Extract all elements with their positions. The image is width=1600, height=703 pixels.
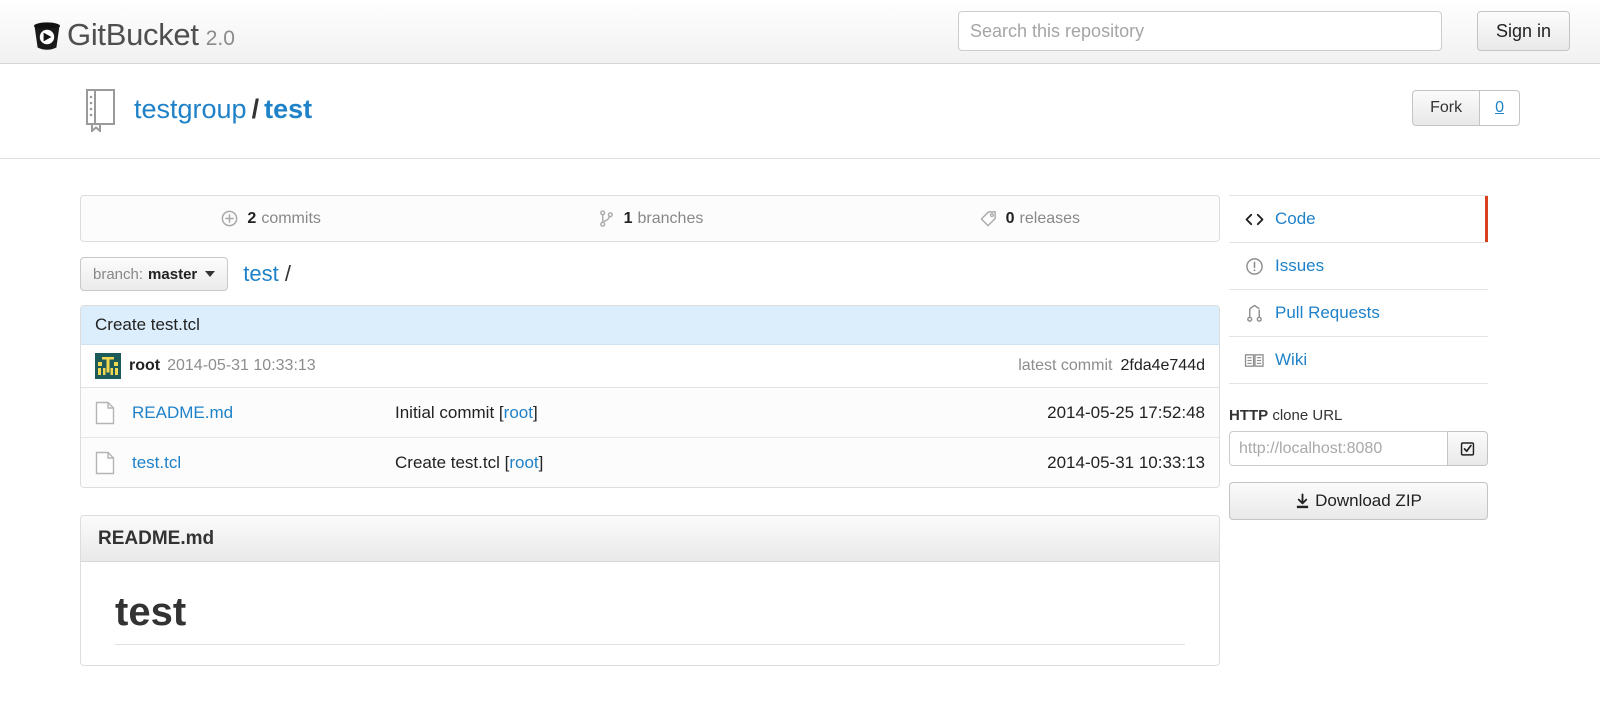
repository-breadcrumb: testgroup / test	[82, 86, 312, 134]
clone-url-protocol: HTTP	[1229, 407, 1269, 424]
commit-clock-icon	[220, 209, 239, 228]
repository-book-icon	[82, 86, 120, 134]
brand-version-text: 2.0	[205, 27, 235, 50]
latest-commit-hash[interactable]: 2fda4e744d	[1120, 357, 1205, 375]
page-body: 2 commits 1 branches 0 releases branch: …	[0, 159, 1600, 666]
download-zip-label: Download ZIP	[1315, 491, 1422, 510]
file-name-link[interactable]: README.md	[132, 403, 395, 423]
latest-commit-message-banner: Create test.tcl	[81, 306, 1219, 345]
repository-header: testgroup / test Fork 0	[0, 64, 1600, 159]
branch-icon	[597, 209, 616, 228]
branch-prefix-label: branch:	[93, 265, 144, 283]
chevron-down-icon	[205, 271, 216, 277]
readme-panel-title: README.md	[81, 516, 1219, 562]
sidebar-item-label: Code	[1275, 209, 1316, 228]
download-icon	[1295, 493, 1310, 510]
clone-url-label-rest: clone URL	[1268, 407, 1343, 424]
clipboard-check-icon[interactable]	[1447, 431, 1488, 466]
stat-branches[interactable]: 1 branches	[460, 196, 839, 241]
latest-commit-label: latest commit	[1018, 357, 1113, 374]
download-zip-button[interactable]: Download ZIP	[1229, 482, 1488, 520]
readme-panel: README.md test	[80, 515, 1220, 666]
sidebar-item-label: Issues	[1275, 256, 1325, 275]
commit-author-link[interactable]: root	[129, 357, 160, 375]
fork-count-badge[interactable]: 0	[1479, 90, 1520, 126]
repo-owner-link[interactable]: testgroup	[134, 94, 247, 124]
stat-releases-count: 0	[1005, 209, 1015, 227]
sidebar: Code Issues Pull Requests Wiki HTTP clon…	[1229, 195, 1488, 520]
branch-current-name: master	[148, 265, 198, 283]
sign-in-button[interactable]: Sign in	[1476, 11, 1570, 51]
pull-request-icon	[1243, 304, 1265, 323]
brand-name-text: GitBucket	[67, 17, 199, 52]
wiki-book-icon	[1243, 352, 1265, 369]
file-icon	[95, 451, 115, 475]
sidebar-nav: Code Issues Pull Requests Wiki	[1229, 195, 1488, 384]
fork-button-group: Fork 0	[1412, 90, 1520, 126]
table-row[interactable]: README.md Initial commit [root] 2014-05-…	[81, 388, 1219, 438]
table-row[interactable]: test.tcl Create test.tcl [root] 2014-05-…	[81, 438, 1219, 487]
stat-releases-label: releases	[1019, 209, 1081, 227]
file-commit-author-link[interactable]: root	[509, 453, 538, 472]
file-commit-message: Create test.tcl [root]	[395, 453, 1047, 473]
file-commit-author-link[interactable]: root	[504, 403, 533, 422]
repo-separator: /	[251, 93, 260, 124]
sidebar-item-code[interactable]: Code	[1229, 196, 1488, 243]
commit-date: 2014-05-31 10:33:13	[167, 357, 316, 374]
search-input[interactable]	[958, 11, 1442, 51]
stat-branches-label: branches	[637, 209, 704, 227]
clone-url-row	[1229, 431, 1488, 466]
path-root-link[interactable]: test	[243, 261, 278, 286]
path-slash: /	[284, 261, 291, 286]
latest-commit-meta-row: root 2014-05-31 10:33:13 latest commit 2…	[81, 345, 1219, 388]
fork-button[interactable]: Fork	[1412, 90, 1480, 126]
bracket-close: ]	[538, 452, 544, 472]
file-name-link[interactable]: test.tcl	[132, 453, 395, 473]
repo-name-link[interactable]: test	[264, 94, 312, 124]
stat-releases[interactable]: 0 releases	[840, 196, 1219, 241]
brand-home-link[interactable]: GitBucket 2.0	[30, 11, 235, 53]
identicon-avatar	[95, 353, 121, 379]
stat-commits-count: 2	[247, 209, 257, 227]
file-commit-message-text: Create test.tcl	[395, 452, 505, 472]
repository-name: testgroup / test	[134, 93, 312, 124]
path-breadcrumb: test /	[243, 261, 291, 287]
readme-panel-body: test	[81, 562, 1219, 665]
readme-heading: test	[115, 590, 1185, 645]
latest-commit-info: latest commit 2fda4e744d	[1018, 357, 1205, 375]
clone-url-input[interactable]	[1229, 431, 1447, 466]
clone-url-label: HTTP clone URL	[1229, 407, 1488, 424]
sidebar-item-label: Wiki	[1275, 350, 1308, 369]
repository-stats-bar: 2 commits 1 branches 0 releases	[80, 195, 1220, 242]
tag-icon	[979, 209, 998, 228]
file-commit-date: 2014-05-31 10:33:13	[1047, 452, 1205, 472]
file-list-table: Create test.tcl root 2014-05-31 10:33:13…	[80, 305, 1220, 488]
sidebar-item-issues[interactable]: Issues	[1229, 243, 1488, 290]
code-brackets-icon	[1243, 212, 1265, 227]
sidebar-item-wiki[interactable]: Wiki	[1229, 337, 1488, 384]
stat-commits[interactable]: 2 commits	[81, 196, 460, 241]
sidebar-item-label: Pull Requests	[1275, 303, 1380, 322]
file-commit-date: 2014-05-25 17:52:48	[1047, 402, 1205, 422]
branch-selector-button[interactable]: branch: master	[80, 257, 229, 291]
branch-and-path-row: branch: master test /	[80, 257, 1220, 291]
sidebar-item-pull-requests[interactable]: Pull Requests	[1229, 290, 1488, 337]
main-column: 2 commits 1 branches 0 releases branch: …	[80, 195, 1220, 666]
file-commit-message-text: Initial commit	[395, 402, 499, 422]
gitbucket-logo-icon	[30, 19, 64, 53]
top-header-bar: GitBucket 2.0 Sign in	[0, 0, 1600, 64]
stat-branches-count: 1	[623, 209, 633, 227]
file-commit-message: Initial commit [root]	[395, 403, 1047, 423]
stat-commits-label: commits	[261, 209, 321, 227]
bracket-close: ]	[532, 402, 538, 422]
issue-exclamation-icon	[1243, 257, 1265, 276]
file-icon	[95, 401, 115, 425]
